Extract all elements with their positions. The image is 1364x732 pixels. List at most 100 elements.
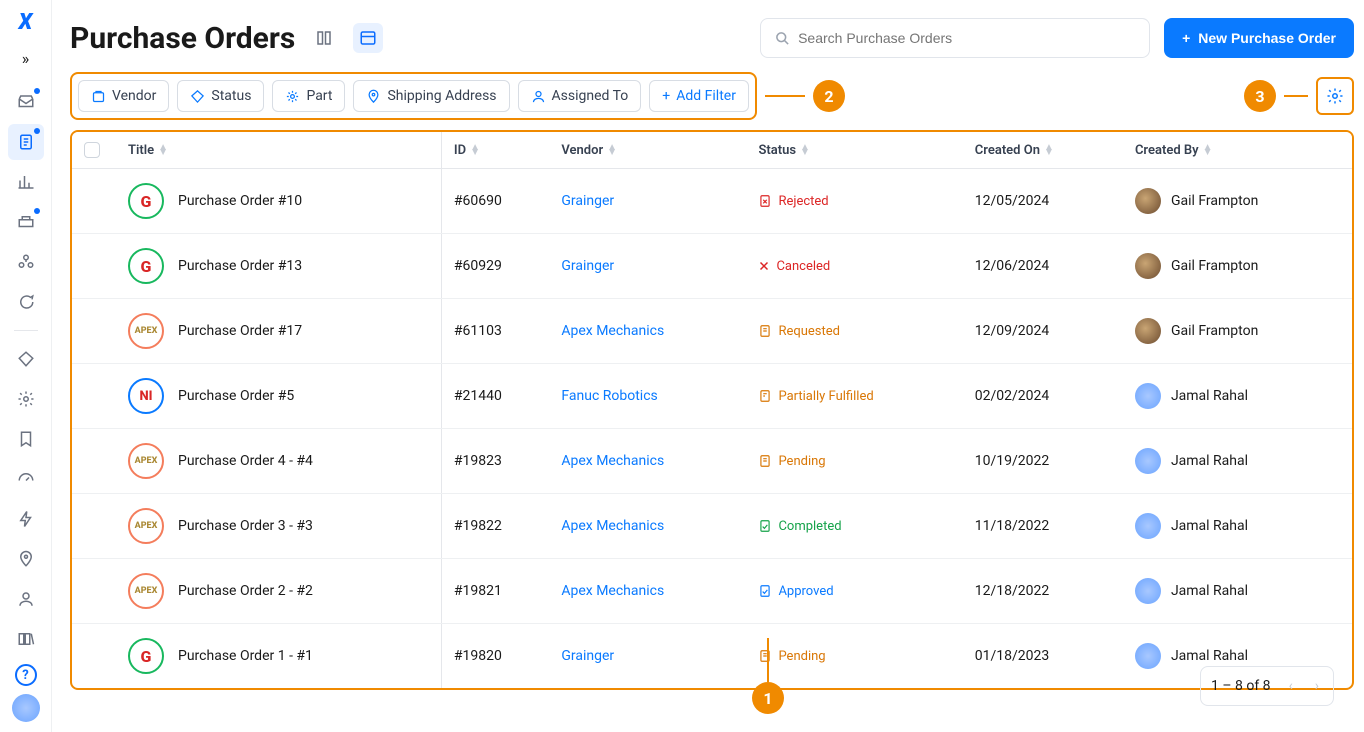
vendor-link[interactable]: Apex Mechanics bbox=[561, 323, 664, 339]
nav-teams[interactable] bbox=[8, 244, 44, 280]
column-created-by[interactable]: Created By▲▼ bbox=[1123, 132, 1352, 169]
expand-sidebar-button[interactable]: » bbox=[18, 45, 34, 72]
nav-messages[interactable] bbox=[8, 284, 44, 320]
row-title: Purchase Order 2 - #2 bbox=[178, 583, 313, 599]
table-row[interactable]: G Purchase Order #13 #60929 Grainger Can… bbox=[72, 234, 1352, 299]
table-row[interactable]: APEX Purchase Order 3 - #3 #19822 Apex M… bbox=[72, 494, 1352, 559]
pagination-next[interactable]: › bbox=[1311, 674, 1323, 698]
nav-people[interactable] bbox=[8, 581, 44, 617]
table-row[interactable]: APEX Purchase Order 4 - #4 #19823 Apex M… bbox=[72, 429, 1352, 494]
status-icon bbox=[758, 389, 772, 403]
vendor-logo-icon: G bbox=[128, 183, 164, 219]
pagination-prev[interactable]: ‹ bbox=[1285, 674, 1297, 698]
nav-bookmarks[interactable] bbox=[8, 421, 44, 457]
pagination-text: 1 – 8 of 8 bbox=[1211, 678, 1271, 694]
table-row[interactable]: NI Purchase Order #5 #21440 Fanuc Roboti… bbox=[72, 364, 1352, 429]
column-status[interactable]: Status▲▼ bbox=[746, 132, 962, 169]
status-badge: Pending bbox=[758, 649, 950, 664]
nav-assets[interactable] bbox=[8, 204, 44, 240]
created-by-cell: Jamal Rahal bbox=[1135, 448, 1340, 474]
table-row[interactable]: APEX Purchase Order #17 #61103 Apex Mech… bbox=[72, 299, 1352, 364]
select-all-checkbox[interactable] bbox=[84, 142, 100, 158]
help-button[interactable]: ? bbox=[15, 664, 37, 686]
nav-purchase-orders[interactable] bbox=[8, 124, 44, 160]
nav-tags[interactable] bbox=[8, 341, 44, 377]
table-settings-button[interactable] bbox=[1316, 77, 1354, 115]
gear-icon bbox=[285, 89, 300, 104]
created-by-cell: Jamal Rahal bbox=[1135, 578, 1340, 604]
row-title: Purchase Order #10 bbox=[178, 193, 302, 209]
status-icon bbox=[758, 260, 770, 272]
filter-part: Part bbox=[272, 80, 345, 112]
callout-connector bbox=[1284, 95, 1308, 97]
vendor-link[interactable]: Grainger bbox=[561, 258, 614, 274]
vendor-link[interactable]: Fanuc Robotics bbox=[561, 388, 657, 404]
vendor-logo-icon: APEX bbox=[128, 313, 164, 349]
search-icon bbox=[775, 31, 790, 46]
vendor-link[interactable]: Grainger bbox=[561, 193, 614, 209]
row-title: Purchase Order #5 bbox=[178, 388, 294, 404]
column-created-on[interactable]: Created On▲▼ bbox=[963, 132, 1123, 169]
filter-status[interactable]: Status bbox=[177, 80, 264, 112]
table-row[interactable]: G Purchase Order 1 - #1 #19820 Grainger … bbox=[72, 624, 1352, 689]
nav-library[interactable] bbox=[8, 621, 44, 657]
row-created-on: 12/18/2022 bbox=[963, 559, 1123, 624]
column-vendor[interactable]: Vendor▲▼ bbox=[549, 132, 746, 169]
search-input[interactable] bbox=[798, 30, 1135, 46]
status-icon bbox=[758, 584, 772, 598]
table-row[interactable]: G Purchase Order #10 #60690 Grainger Rej… bbox=[72, 169, 1352, 234]
filter-shipping-address[interactable]: Shipping Address bbox=[353, 80, 509, 112]
new-purchase-order-button[interactable]: + New Purchase Order bbox=[1164, 18, 1354, 58]
created-by-cell: Gail Frampton bbox=[1135, 188, 1340, 214]
vendor-link[interactable]: Apex Mechanics bbox=[561, 583, 664, 599]
main-content: Purchase Orders + New Purchase Order Ven… bbox=[52, 0, 1364, 732]
nav-inbox[interactable] bbox=[8, 84, 44, 120]
column-title[interactable]: Title▲▼ bbox=[116, 132, 441, 169]
row-created-on: 12/05/2024 bbox=[963, 169, 1123, 234]
vendor-link[interactable]: Apex Mechanics bbox=[561, 453, 664, 469]
table-row[interactable]: APEX Purchase Order 2 - #2 #19821 Apex M… bbox=[72, 559, 1352, 624]
view-table-button[interactable] bbox=[353, 23, 383, 53]
current-user-avatar[interactable] bbox=[12, 694, 40, 722]
nav-settings[interactable] bbox=[8, 381, 44, 417]
vendor-logo-icon: APEX bbox=[128, 508, 164, 544]
row-created-on: 02/02/2024 bbox=[963, 364, 1123, 429]
user-avatar bbox=[1135, 383, 1161, 409]
status-badge: Partially Fulfilled bbox=[758, 389, 950, 404]
view-columns-button[interactable] bbox=[309, 23, 339, 53]
nav-locations[interactable] bbox=[8, 541, 44, 577]
row-created-on: 10/19/2022 bbox=[963, 429, 1123, 494]
callout-2: 2 bbox=[813, 80, 845, 112]
callout-1-group: 1 bbox=[752, 638, 784, 714]
add-filter-button[interactable]: +Add Filter bbox=[649, 80, 749, 112]
row-id: #19820 bbox=[441, 624, 549, 689]
user-avatar bbox=[1135, 188, 1161, 214]
nav-gauge[interactable] bbox=[8, 461, 44, 497]
sidebar: X » ? bbox=[0, 0, 52, 732]
vendor-logo-icon: APEX bbox=[128, 443, 164, 479]
filter-vendor[interactable]: Vendor bbox=[78, 80, 169, 112]
sort-icon: ▲▼ bbox=[470, 145, 480, 155]
row-title: Purchase Order 1 - #1 bbox=[178, 648, 313, 664]
user-avatar bbox=[1135, 318, 1161, 344]
vendor-logo-icon: NI bbox=[128, 378, 164, 414]
purchase-orders-table: Title▲▼ ID▲▼ Vendor▲▼ Status▲▼ Created O… bbox=[70, 130, 1354, 690]
nav-reports[interactable] bbox=[8, 164, 44, 200]
column-id[interactable]: ID▲▼ bbox=[441, 132, 549, 169]
sort-icon: ▲▼ bbox=[800, 145, 810, 155]
vendor-link[interactable]: Grainger bbox=[561, 648, 614, 664]
search-box[interactable] bbox=[760, 18, 1150, 58]
status-icon bbox=[758, 324, 772, 338]
vendor-link[interactable]: Apex Mechanics bbox=[561, 518, 664, 534]
nav-automations[interactable] bbox=[8, 501, 44, 537]
status-badge: Rejected bbox=[758, 194, 950, 209]
person-icon bbox=[531, 89, 546, 104]
row-created-on: 11/18/2022 bbox=[963, 494, 1123, 559]
vendor-icon bbox=[91, 89, 106, 104]
vendor-logo-icon: G bbox=[128, 638, 164, 674]
status-icon bbox=[758, 519, 772, 533]
vendor-logo-icon: G bbox=[128, 248, 164, 284]
sort-icon: ▲▼ bbox=[158, 145, 168, 155]
status-badge: Approved bbox=[758, 584, 950, 599]
filter-assigned-to[interactable]: Assigned To bbox=[518, 80, 642, 112]
